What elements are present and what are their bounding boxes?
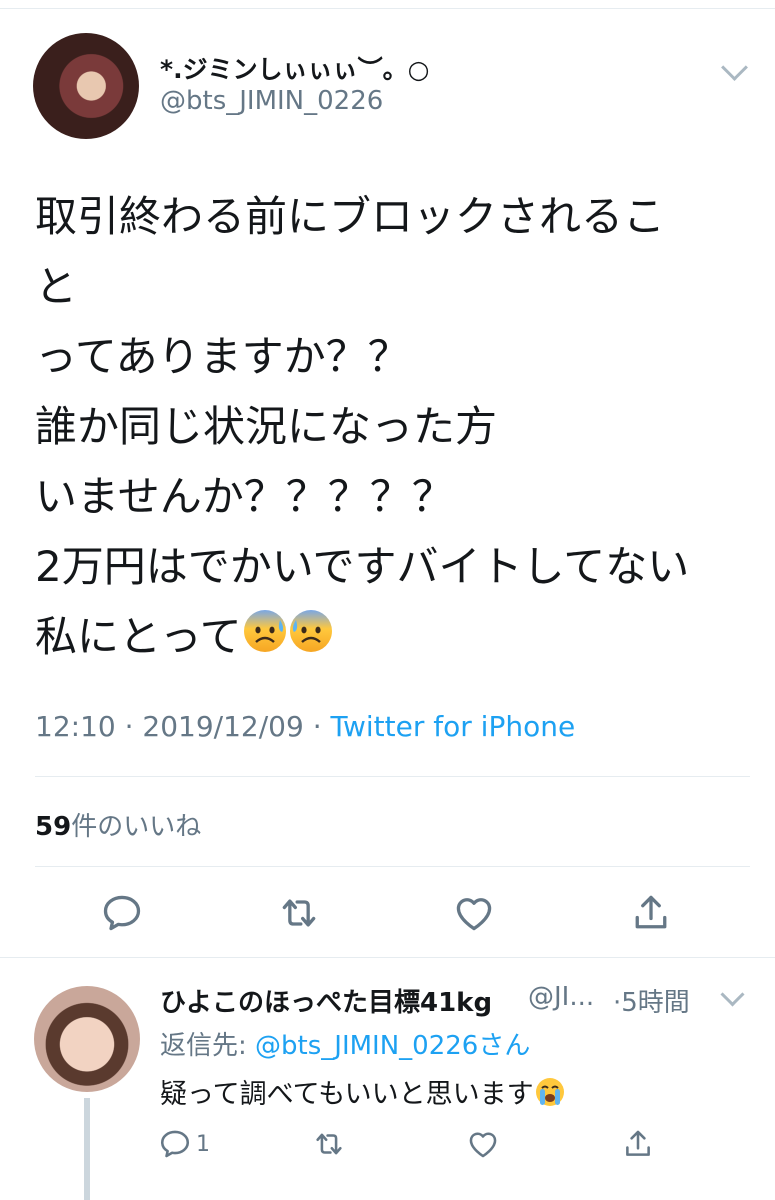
- meta-separator: ·: [124, 710, 143, 743]
- tweet-text-line: 2万円はでかいですバイトしてない: [35, 542, 690, 591]
- share-icon[interactable]: [629, 891, 673, 935]
- share-icon[interactable]: [621, 1127, 655, 1161]
- divider: [0, 957, 775, 958]
- tweet-meta: 12:10 · 2019/12/09 · Twitter for iPhone: [35, 710, 575, 743]
- chevron-down-icon[interactable]: [720, 982, 745, 1007]
- tweet-text-line: と: [35, 262, 78, 311]
- anxious-sweat-emoji: [242, 605, 288, 675]
- tweet-source-link[interactable]: Twitter for iPhone: [331, 710, 576, 743]
- reply-count: 1: [196, 1132, 210, 1157]
- reply-to-prefix: 返信先:: [160, 1031, 256, 1061]
- tweet-text-line: 私にとって: [35, 612, 242, 661]
- reply-user-handle[interactable]: @JI...: [528, 982, 594, 1012]
- reply-text: 疑って調べてもいいと思います: [160, 1072, 566, 1115]
- reply-icon[interactable]: [100, 891, 144, 935]
- avatar[interactable]: [33, 33, 139, 139]
- reply-time: ·5時間: [613, 982, 690, 1019]
- tweet-time: 12:10: [35, 710, 116, 743]
- meta-separator: ·: [312, 710, 331, 743]
- reply-icon[interactable]: [158, 1127, 192, 1161]
- avatar[interactable]: [34, 986, 140, 1092]
- likes-count: 59: [35, 812, 72, 842]
- reply-to-handle-link[interactable]: @bts_JIMIN_0226さん: [255, 1031, 530, 1061]
- likes-summary[interactable]: 59件のいいね: [35, 806, 201, 843]
- reply-text-content: 疑って調べてもいいと思います: [160, 1079, 534, 1110]
- tweet-text: 取引終わる前にブロックされるこ と ってありますか？？ 誰か同じ状況になった方 …: [35, 182, 755, 675]
- tweet-text-line: いませんか？？？？？: [35, 472, 454, 521]
- tweet-date: 2019/12/09: [142, 710, 304, 743]
- tweet-text-line: 誰か同じ状況になった方: [35, 402, 498, 451]
- display-name[interactable]: *.ジミンしぃぃぃ︶。○: [160, 50, 429, 86]
- tweet-text-line: ってありますか？？: [35, 332, 410, 381]
- thread-line: [84, 1098, 90, 1200]
- top-divider: [0, 0, 775, 9]
- anxious-sweat-emoji: [288, 605, 334, 675]
- likes-label: 件のいいね: [71, 812, 202, 842]
- chevron-down-icon[interactable]: [721, 54, 748, 81]
- like-icon[interactable]: [452, 891, 496, 935]
- crying-emoji: [534, 1076, 566, 1115]
- like-icon[interactable]: [466, 1127, 500, 1161]
- divider: [35, 776, 750, 777]
- retweet-icon[interactable]: [312, 1127, 346, 1161]
- tweet-text-line-last: 私にとって: [35, 602, 755, 675]
- divider: [35, 866, 750, 867]
- retweet-icon[interactable]: [277, 891, 321, 935]
- reply-to: 返信先: @bts_JIMIN_0226さん: [160, 1025, 530, 1062]
- reply-display-name[interactable]: ひよこのほっぺた目標41kg: [160, 982, 492, 1019]
- user-handle[interactable]: @bts_JIMIN_0226: [160, 86, 383, 116]
- tweet-text-line: 取引終わる前にブロックされるこ: [35, 192, 666, 241]
- reply-time-value: 5時間: [621, 988, 690, 1018]
